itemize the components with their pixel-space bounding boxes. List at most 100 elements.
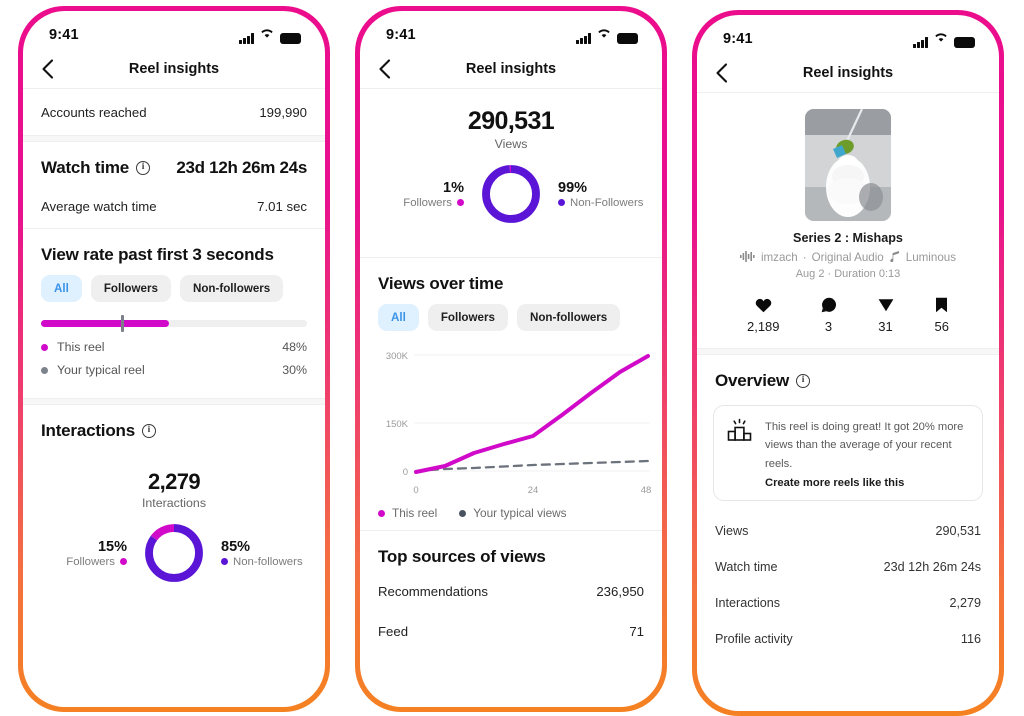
- overview-row-views[interactable]: Views 290,531: [697, 513, 999, 549]
- legend-label: Your typical views: [473, 506, 567, 520]
- share-icon: [878, 296, 894, 314]
- views-over-time-header: Views over time: [360, 258, 662, 296]
- stat-comments[interactable]: 3: [821, 296, 837, 334]
- avg-watch-time-value: 7.01 sec: [257, 198, 307, 214]
- status-clock: 9:41: [386, 27, 416, 43]
- back-button[interactable]: [715, 62, 728, 83]
- overview-value: 290,531: [935, 524, 981, 539]
- interactions-total: 2,279: [147, 469, 201, 494]
- info-circle-icon[interactable]: i: [141, 424, 156, 438]
- row-accounts-reached[interactable]: Accounts reached 199,990: [23, 89, 325, 135]
- svg-text:150K: 150K: [386, 419, 409, 430]
- legend-value: 30%: [282, 363, 307, 377]
- legend-dot-icon: [378, 509, 385, 517]
- tab-followers[interactable]: Followers: [90, 275, 171, 302]
- stat-shares[interactable]: 31: [878, 296, 894, 334]
- views-over-time-tabs: All Followers Non-followers: [360, 296, 662, 335]
- stat-value: 31: [878, 319, 893, 334]
- overview-value: 2,279: [949, 596, 981, 611]
- overview-label: Profile activity: [715, 632, 793, 647]
- cellular-bars-icon: [576, 33, 591, 44]
- bookmark-icon: [935, 296, 949, 314]
- row-feed-partial[interactable]: Feed 71: [360, 611, 662, 651]
- legend-dot-icon: [459, 509, 467, 517]
- phone-frame-2: 9:41 Reel insights 290,531 Views 1% Foll…: [355, 6, 667, 712]
- reel-author[interactable]: imzach: [761, 251, 798, 264]
- view-rate-bar[interactable]: [23, 306, 325, 333]
- reel-track[interactable]: Luminous: [906, 251, 956, 264]
- tab-followers[interactable]: Followers: [427, 304, 508, 331]
- avg-watch-time-label: Average watch time: [41, 198, 157, 214]
- legend-dot-icon: [41, 343, 48, 351]
- view-rate-title: View rate past first 3 seconds: [41, 245, 274, 264]
- tab-all[interactable]: All: [378, 304, 419, 331]
- stat-saves[interactable]: 56: [935, 296, 949, 334]
- bar-tick-typical: [120, 315, 124, 332]
- accounts-reached-value: 199,990: [259, 104, 307, 120]
- tab-all[interactable]: All: [41, 275, 82, 302]
- non-followers-pct: 99%: [558, 179, 588, 196]
- chart-legend: This reel Your typical views: [360, 502, 662, 530]
- back-button[interactable]: [378, 58, 391, 79]
- battery-icon: [954, 37, 975, 48]
- page-title: Reel insights: [802, 64, 894, 81]
- views-donut-chart: 290,531 Views 1% Followers 99% Non-Follo…: [360, 89, 662, 243]
- svg-text:300K: 300K: [386, 351, 409, 362]
- legend-label: This reel: [392, 506, 438, 520]
- screen-2: 9:41 Reel insights 290,531 Views 1% Foll…: [360, 11, 662, 707]
- stat-value: 56: [934, 319, 949, 334]
- page-title: Reel insights: [128, 60, 220, 77]
- donut-svg: [145, 524, 203, 582]
- screen-1: 9:41 Reel insights Accounts reached 199,…: [23, 11, 325, 707]
- donut-left-label: 15% Followers: [32, 539, 127, 568]
- bar-fill-this-reel: [41, 320, 169, 327]
- wifi-icon: [597, 26, 611, 44]
- stat-value: 2,189: [746, 319, 780, 334]
- non-followers-caption: Non-followers: [233, 555, 303, 568]
- reel-title: Series 2 : Mishaps: [793, 231, 903, 245]
- info-circle-icon[interactable]: i: [796, 374, 811, 388]
- stat-likes[interactable]: 2,189: [747, 296, 780, 334]
- overview-row-watch-time[interactable]: Watch time 23d 12h 26m 24s: [697, 549, 999, 585]
- screen-3: 9:41 Reel insights Series 2: Mishaps im…: [697, 15, 999, 711]
- remix-icon: [889, 250, 901, 265]
- legend-dot-icon: [41, 366, 48, 374]
- audio-waveform-icon: [739, 250, 756, 265]
- overview-tip-card[interactable]: This reel is doing great! It got 20% mor…: [713, 405, 983, 502]
- legend-dot-icon: [558, 199, 565, 206]
- legend-this-reel: This reel 48%: [23, 333, 325, 361]
- section-divider: [23, 135, 325, 142]
- overview-row-profile-activity[interactable]: Profile activity 116: [697, 621, 999, 657]
- non-followers-pct: 85%: [221, 538, 251, 555]
- interactions-total-caption: Interactions: [141, 496, 207, 510]
- legend-typical-reel: Your typical reel 30%: [23, 361, 325, 384]
- podium-chart-icon: [726, 417, 753, 449]
- watch-time-header: Watch time i 23d 12h 26m 24s: [23, 142, 325, 184]
- legend-dot-icon: [221, 558, 228, 565]
- overview-row-interactions[interactable]: Interactions 2,279: [697, 585, 999, 621]
- nav-bar-1: Reel insights: [23, 49, 325, 89]
- section-divider: [697, 348, 999, 355]
- interactions-title: Interactions: [41, 421, 135, 440]
- overview-header: Overview i: [697, 355, 999, 397]
- back-button[interactable]: [41, 58, 54, 79]
- reel-audio-meta: imzach · Original Audio Luminous: [697, 250, 999, 265]
- tab-non-followers[interactable]: Non-followers: [179, 275, 284, 302]
- status-clock: 9:41: [49, 27, 79, 43]
- overview-title: Overview: [715, 371, 790, 390]
- battery-icon: [280, 33, 301, 44]
- interactions-donut-chart: 2,279 Interactions 15% Followers 85% Non…: [23, 447, 325, 602]
- row-average-watch-time[interactable]: Average watch time 7.01 sec: [23, 184, 325, 228]
- legend-dot-icon: [120, 558, 127, 565]
- nav-bar-2: Reel insights: [360, 49, 662, 89]
- reel-thumbnail[interactable]: [805, 109, 891, 221]
- reel-audio-label[interactable]: Original Audio: [812, 251, 884, 264]
- tab-non-followers[interactable]: Non-followers: [516, 304, 621, 331]
- tip-cta-link[interactable]: Create more reels like this: [765, 477, 970, 489]
- row-recommendations[interactable]: Recommendations 236,950: [360, 571, 662, 611]
- svg-text:0: 0: [413, 485, 418, 496]
- info-circle-icon[interactable]: i: [136, 161, 151, 175]
- view-rate-header: View rate past first 3 seconds: [23, 229, 325, 267]
- source-value: 236,950: [596, 583, 644, 599]
- followers-caption: Followers: [403, 196, 452, 209]
